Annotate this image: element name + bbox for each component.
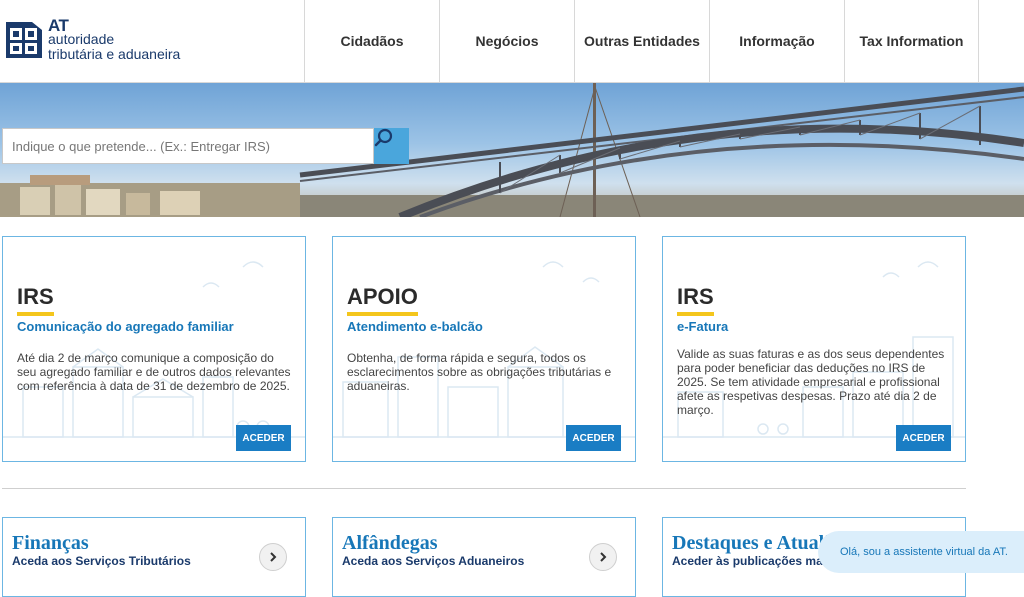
logo-text-autoridade: autoridade [48, 31, 115, 47]
card-alfandegas[interactable]: Alfândegas Aceda aos Serviços Aduaneiros [332, 517, 636, 597]
bottom-card-title: Alfândegas [342, 532, 438, 554]
search-button[interactable] [374, 128, 409, 164]
chevron-right-icon [270, 552, 277, 562]
main-nav: Cidadãos Negócios Outras Entidades Infor… [304, 0, 979, 82]
card-subtitle: Atendimento e-balcão [347, 319, 483, 334]
nav-cidadaos[interactable]: Cidadãos [304, 0, 439, 82]
section-divider [2, 488, 966, 489]
card-text: Obtenha, de forma rápida e segura, todos… [347, 351, 612, 393]
aceder-button[interactable]: ACEDER [236, 425, 291, 451]
card-kicker: APOIO [347, 285, 418, 316]
card-text: Até dia 2 de março comunique a composiçã… [17, 351, 291, 393]
nav-informacao[interactable]: Informação [709, 0, 844, 82]
search-input[interactable] [3, 129, 373, 163]
card-irs-efatura: IRS e-Fatura Valide as suas faturas e as… [662, 236, 966, 462]
aceder-button[interactable]: ACEDER [566, 425, 621, 451]
at-logo-icon [6, 22, 42, 58]
nav-tax-information[interactable]: Tax Information [844, 0, 979, 82]
site-header: AT autoridade tributária e aduaneira Cid… [0, 0, 1024, 83]
chevron-right-icon [600, 552, 607, 562]
card-apoio: APOIO Atendimento e-balcão Obtenha, de f… [332, 236, 636, 462]
hero-banner [0, 83, 1024, 217]
nav-outras-entidades[interactable]: Outras Entidades [574, 0, 709, 82]
chevron-right-button[interactable] [259, 543, 287, 571]
nav-negocios[interactable]: Negócios [439, 0, 574, 82]
card-financas[interactable]: Finanças Aceda aos Serviços Tributários [2, 517, 306, 597]
chevron-right-button[interactable] [589, 543, 617, 571]
card-text: Valide as suas faturas e as dos seus dep… [677, 347, 945, 417]
card-kicker: IRS [17, 285, 54, 316]
bottom-card-subtitle: Aceda aos Serviços Aduaneiros [342, 554, 525, 568]
at-logo[interactable]: AT autoridade tributária e aduaneira [4, 14, 204, 70]
card-kicker: IRS [677, 285, 714, 316]
bottom-card-title: Finanças [12, 532, 89, 554]
bottom-card-subtitle: Aceda aos Serviços Tributários [12, 554, 191, 568]
card-irs-agregado: IRS Comunicação do agregado familiar Até… [2, 236, 306, 462]
search-box [2, 128, 374, 164]
search-icon [374, 128, 393, 147]
card-subtitle: Comunicação do agregado familiar [17, 319, 234, 334]
aceder-button[interactable]: ACEDER [896, 425, 951, 451]
virtual-assistant-bubble[interactable]: Olá, sou a assistente virtual da AT. [818, 531, 1024, 573]
card-subtitle: e-Fatura [677, 319, 729, 334]
logo-text-tributaria: tributária e aduaneira [48, 46, 181, 62]
